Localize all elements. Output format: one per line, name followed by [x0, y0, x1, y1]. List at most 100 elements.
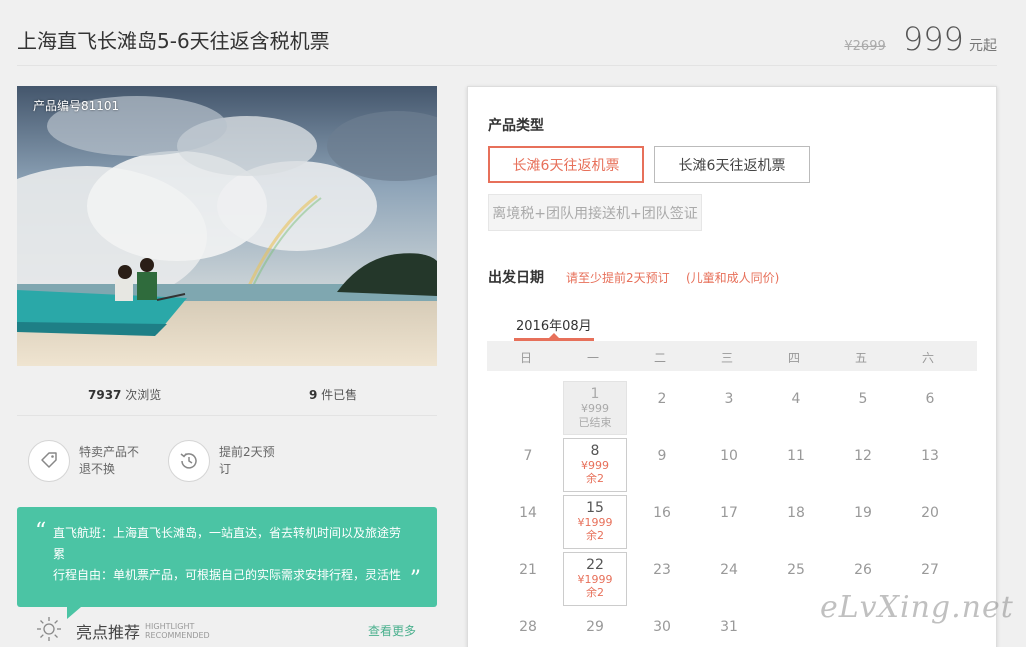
- weekday-label: 三: [720, 351, 733, 365]
- calendar-day: 3: [697, 381, 761, 435]
- day-number: 11: [787, 448, 805, 464]
- weekday-label: 日: [519, 351, 532, 365]
- calendar-day: 14: [496, 495, 560, 549]
- day-number: 31: [720, 619, 738, 635]
- price-box: ¥2699 999 元起: [844, 20, 997, 58]
- day-number: 15: [586, 500, 604, 516]
- day-number: 28: [519, 619, 537, 635]
- weekday-label: 五: [854, 351, 867, 365]
- watermark: eLvXing.net: [820, 590, 1014, 625]
- sun-icon: [37, 617, 61, 641]
- feature-text: 提前2天预订: [219, 445, 275, 476]
- calendar-day: 7: [496, 438, 560, 492]
- calendar-day-available: 1 ¥999 已结束: [563, 381, 627, 435]
- day-number: 29: [586, 619, 604, 635]
- calendar-day: 25: [764, 552, 828, 606]
- day-number: 26: [854, 562, 872, 578]
- day-number: 10: [720, 448, 738, 464]
- quote-line-2: 行程自由：单机票产品，可根据自己的实际需求安排行程，灵活性: [53, 568, 402, 582]
- day-price: ¥1999: [577, 573, 613, 586]
- see-more-link[interactable]: 查看更多: [368, 622, 416, 639]
- feature-advance-booking: 提前2天预订: [168, 440, 283, 482]
- sold-stat: 9 件已售: [309, 386, 357, 403]
- calendar-day: 28: [496, 609, 560, 647]
- day-number: 22: [586, 557, 604, 573]
- weekday-header: 日一二三四五六: [487, 341, 977, 371]
- advance-booking-note: 请至少提前2天预订: [566, 271, 670, 285]
- feature-no-refund: 特卖产品不退不换: [28, 440, 143, 482]
- highlights-title: 亮点推荐: [76, 623, 141, 642]
- day-status: 余2: [586, 472, 604, 485]
- calendar-day: 12: [831, 438, 895, 492]
- day-number: 30: [653, 619, 671, 635]
- day-price: ¥999: [581, 402, 609, 415]
- day-number: 8: [590, 443, 600, 459]
- quote-close-mark: ”: [409, 567, 421, 592]
- weekday-label: 六: [921, 351, 934, 365]
- day-status: 余2: [586, 586, 604, 599]
- quote-line-1: 直飞航班：上海直飞长滩岛，一站直达，省去转机时间以及旅途劳累: [53, 526, 402, 561]
- title-bar: 上海直飞长滩岛5-6天往返含税机票 ¥2699 999 元起: [17, 0, 997, 66]
- day-number: 2: [657, 391, 667, 407]
- day-number: 4: [791, 391, 801, 407]
- day-number: 20: [921, 505, 939, 521]
- day-number: 23: [653, 562, 671, 578]
- day-number: 16: [653, 505, 671, 521]
- feature-list: 特卖产品不退不换 提前2天预订: [28, 440, 428, 490]
- calendar-day: 16: [630, 495, 694, 549]
- day-number: 12: [854, 448, 872, 464]
- views-count: 7937: [88, 388, 122, 402]
- calendar-day: 10: [697, 438, 761, 492]
- day-number: 27: [921, 562, 939, 578]
- calendar-day: 9: [630, 438, 694, 492]
- calendar-day: 17: [697, 495, 761, 549]
- weekday-label: 二: [653, 351, 666, 365]
- current-price: 999: [902, 20, 964, 58]
- day-status: 余2: [586, 529, 604, 542]
- views-stat: 7937 次浏览: [88, 386, 161, 403]
- calendar-day-available[interactable]: 22 ¥1999 余2: [563, 552, 627, 606]
- day-number: 13: [921, 448, 939, 464]
- views-label: 次浏览: [121, 388, 162, 402]
- day-number: 19: [854, 505, 872, 521]
- product-option[interactable]: 长滩6天往返机票: [654, 146, 810, 183]
- day-number: 21: [519, 562, 537, 578]
- calendar-day-available[interactable]: 15 ¥1999 余2: [563, 495, 627, 549]
- calendar-day: 24: [697, 552, 761, 606]
- calendar-day: 31: [697, 609, 761, 647]
- stats-bar: 7937 次浏览 9 件已售: [17, 372, 437, 416]
- calendar-day: 18: [764, 495, 828, 549]
- day-number: 25: [787, 562, 805, 578]
- quote-open-mark: “: [35, 519, 47, 544]
- old-price: ¥2699: [844, 39, 886, 54]
- tag-icon: [28, 440, 70, 482]
- calendar-day: 5: [831, 381, 895, 435]
- calendar-day: 21: [496, 552, 560, 606]
- calendar-day: 19: [831, 495, 895, 549]
- product-option-selected[interactable]: 长滩6天往返机票: [488, 146, 644, 183]
- history-icon: [168, 440, 210, 482]
- sold-label: 件已售: [317, 388, 358, 402]
- calendar-day: 2: [630, 381, 694, 435]
- day-number: 18: [787, 505, 805, 521]
- day-number: 3: [724, 391, 734, 407]
- weekday-label: 四: [787, 351, 800, 365]
- calendar-day-available[interactable]: 8 ¥999 余2: [563, 438, 627, 492]
- product-code: 产品编号81101: [33, 99, 120, 113]
- calendar-day: 30: [630, 609, 694, 647]
- product-option-disabled: 离境税+团队用接送机+团队签证: [488, 194, 702, 231]
- calendar-day: 4: [764, 381, 828, 435]
- product-type-label: 产品类型: [488, 118, 544, 134]
- calendar-day: 23: [630, 552, 694, 606]
- day-number: 17: [720, 505, 738, 521]
- day-number: 24: [720, 562, 738, 578]
- day-price: ¥1999: [577, 516, 613, 529]
- highlights-header: 亮点推荐 HIGHTLIGHT RECOMMENDED 查看更多: [36, 616, 426, 644]
- product-photo[interactable]: 产品编号81101: [17, 86, 437, 366]
- day-status: 已结束: [578, 416, 612, 429]
- calendar-day: 6: [898, 381, 962, 435]
- day-number: 5: [858, 391, 868, 407]
- child-price-note: (儿童和成人同价): [686, 271, 780, 285]
- day-number: 1: [590, 386, 600, 402]
- month-tab[interactable]: 2016年08月: [516, 315, 592, 334]
